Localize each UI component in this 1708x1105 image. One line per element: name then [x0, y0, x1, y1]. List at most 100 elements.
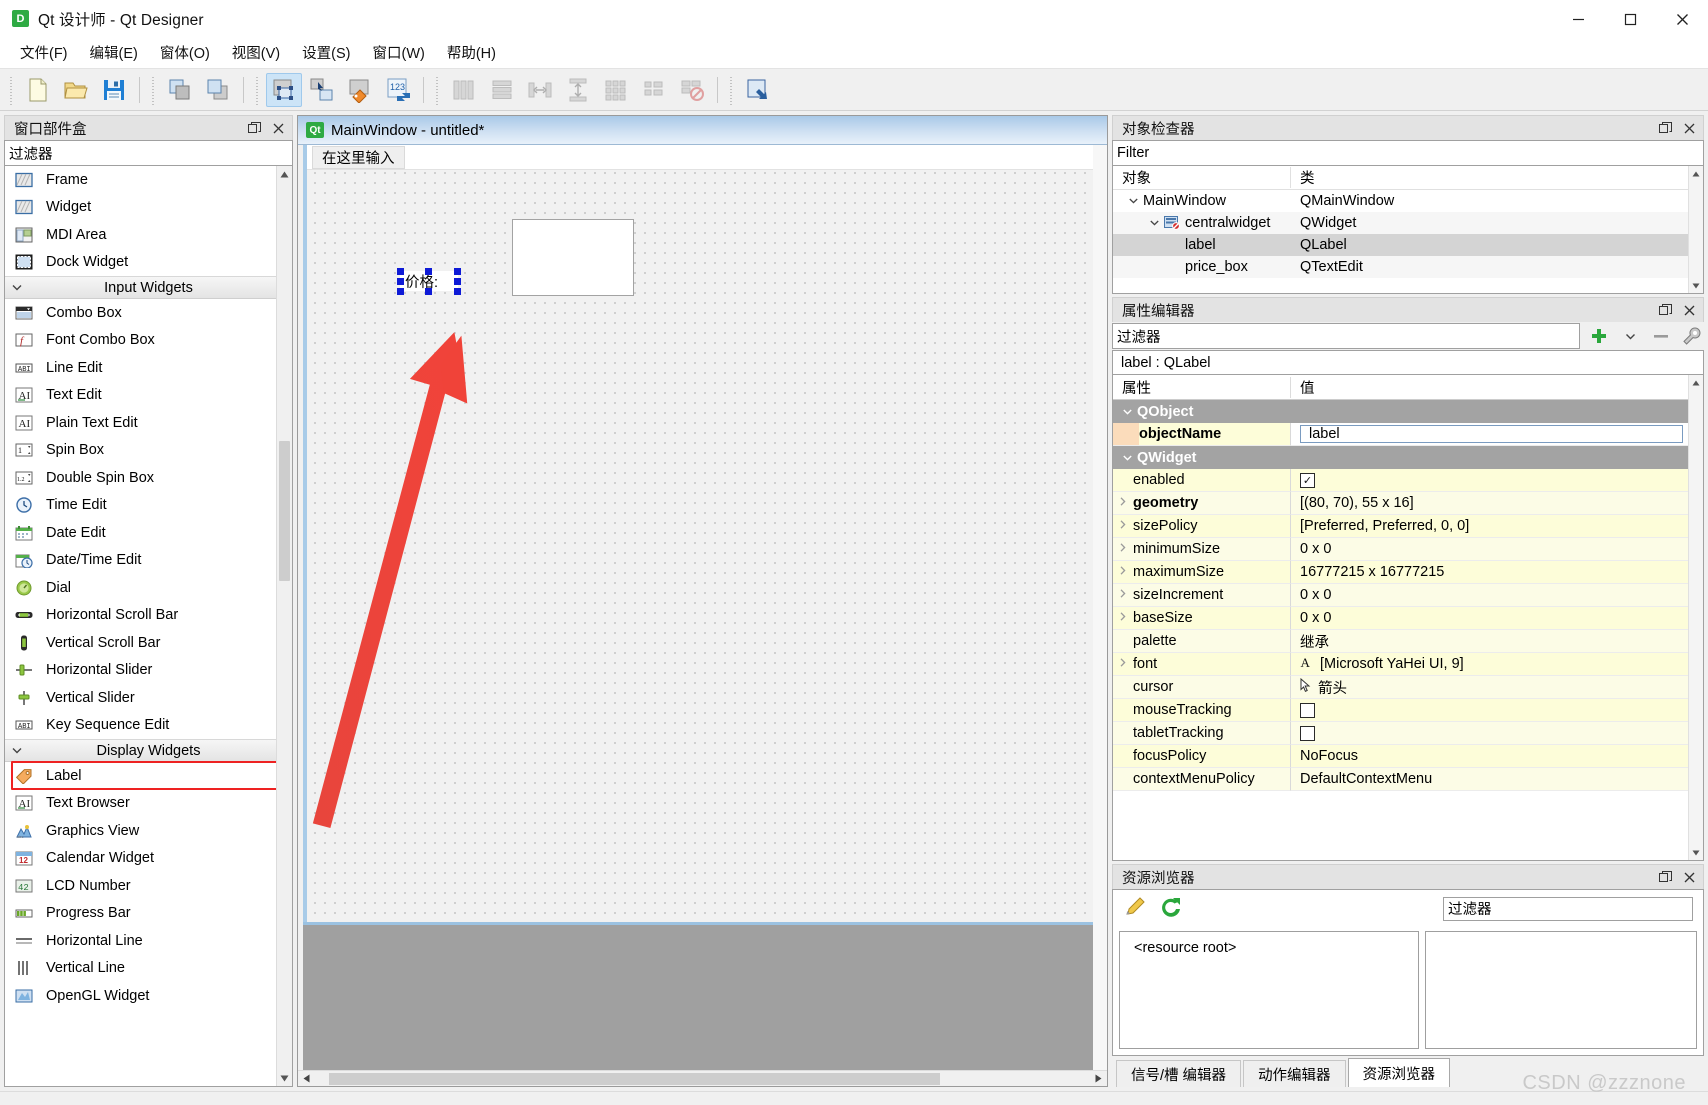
selection-handle-tc[interactable]: [425, 268, 432, 275]
menu-help[interactable]: 帮助(H): [436, 39, 507, 66]
widget-item-label[interactable]: Label: [5, 762, 292, 790]
property-row-tabletTracking[interactable]: tabletTracking: [1113, 722, 1703, 745]
property-value-cell[interactable]: 16777215 x 16777215: [1291, 561, 1703, 584]
widget-box-list[interactable]: Frame Widget MDI Area Dock Widget Input …: [4, 166, 293, 1087]
property-value-cell[interactable]: [(80, 70), 55 x 16]: [1291, 492, 1703, 515]
widget-item-date-edit[interactable]: Date Edit: [5, 519, 292, 547]
undock-icon-resource-browser[interactable]: [1658, 870, 1673, 885]
undock-icon[interactable]: [247, 121, 262, 136]
chevron-down-icon[interactable]: [1117, 408, 1137, 415]
refresh-green-icon[interactable]: [1159, 895, 1183, 923]
property-row-geometry[interactable]: geometry [(80, 70), 55 x 16]: [1113, 492, 1703, 515]
toolbar-grip[interactable]: [7, 74, 16, 105]
widget-item-spin-box[interactable]: 1 Spin Box: [5, 437, 292, 465]
property-scroll-down-icon[interactable]: [1689, 845, 1703, 860]
chevron-down-icon[interactable]: [1117, 454, 1137, 461]
minus-icon[interactable]: [1649, 324, 1673, 348]
selection-handle-br[interactable]: [454, 288, 461, 295]
layout-form-icon[interactable]: [636, 73, 672, 107]
toolbar-grip-5[interactable]: [727, 74, 736, 105]
menu-settings[interactable]: 设置(S): [291, 39, 361, 66]
object-tree-row[interactable]: label QLabel: [1113, 234, 1703, 256]
menu-window[interactable]: 窗口(W): [361, 39, 435, 66]
chevron-right-icon[interactable]: [1113, 520, 1133, 532]
chevron-right-icon[interactable]: [1113, 658, 1133, 670]
menu-view[interactable]: 视图(V): [221, 39, 291, 66]
property-value-cell[interactable]: [1291, 699, 1703, 722]
property-value-cell[interactable]: A [Microsoft YaHei UI, 9]: [1291, 653, 1703, 676]
widget-item-text-browser[interactable]: AI Text Browser: [5, 790, 292, 818]
close-panel-icon-object-inspector[interactable]: [1682, 121, 1697, 136]
layout-horizontally-icon[interactable]: [446, 73, 482, 107]
edit-widgets-icon[interactable]: [266, 72, 302, 107]
chevron-right-icon[interactable]: [1113, 497, 1133, 509]
chevron-down-icon[interactable]: [1144, 220, 1164, 226]
widget-item-vertical-slider[interactable]: Vertical Slider: [5, 684, 292, 712]
hscroll-left-icon[interactable]: [298, 1071, 315, 1087]
property-value-cell[interactable]: [1291, 722, 1703, 745]
layout-splitter-h-icon[interactable]: [522, 73, 558, 107]
object-tree-scroll-down-icon[interactable]: [1689, 278, 1703, 293]
widget-item-time-edit[interactable]: Time Edit: [5, 492, 292, 520]
selection-handle-mr[interactable]: [454, 278, 461, 285]
design-textedit-price-box[interactable]: [512, 219, 634, 296]
layout-splitter-v-icon[interactable]: [560, 73, 596, 107]
object-tree-row[interactable]: MainWindow QMainWindow: [1113, 190, 1703, 212]
property-row-maximumSize[interactable]: maximumSize 16777215 x 16777215: [1113, 561, 1703, 584]
tab-signal-slot-editor[interactable]: 信号/槽 编辑器: [1116, 1060, 1242, 1087]
property-group-QWidget[interactable]: QWidget: [1113, 446, 1703, 469]
property-row-sizePolicy[interactable]: sizePolicy [Preferred, Preferred, 0, 0]: [1113, 515, 1703, 538]
checkbox-mouseTracking[interactable]: [1300, 702, 1315, 718]
widget-item-widget[interactable]: Widget: [5, 194, 292, 222]
resource-filter-input[interactable]: 过滤器: [1443, 896, 1693, 921]
object-tree-scrollbar[interactable]: [1688, 166, 1703, 293]
open-folder-icon[interactable]: [58, 73, 94, 107]
selection-handle-ml[interactable]: [397, 278, 404, 285]
widget-category-display-widgets[interactable]: Display Widgets: [5, 739, 292, 762]
property-row-minimumSize[interactable]: minimumSize 0 x 0: [1113, 538, 1703, 561]
object-name-input[interactable]: label: [1300, 425, 1683, 443]
property-row-font[interactable]: font A [Microsoft YaHei UI, 9]: [1113, 653, 1703, 676]
pencil-icon[interactable]: [1123, 895, 1147, 923]
scroll-down-icon[interactable]: [277, 1070, 292, 1086]
property-row-palette[interactable]: palette 继承: [1113, 630, 1703, 653]
checkbox-enabled[interactable]: ✓: [1300, 472, 1315, 488]
widget-item-horizontal-line[interactable]: Horizontal Line: [5, 927, 292, 955]
property-row-focusPolicy[interactable]: focusPolicy NoFocus: [1113, 745, 1703, 768]
property-value-cell[interactable]: 0 x 0: [1291, 607, 1703, 630]
hscroll-track[interactable]: [315, 1071, 1090, 1087]
widget-item-lcd-number[interactable]: 42 LCD Number: [5, 872, 292, 900]
widget-item-font-combo-box[interactable]: f Font Combo Box: [5, 327, 292, 355]
form-menu-bar[interactable]: 在这里输入: [307, 145, 1093, 170]
widget-item-dial[interactable]: Dial: [5, 574, 292, 602]
selection-handle-tl[interactable]: [397, 268, 404, 275]
widget-item-dock-widget[interactable]: Dock Widget: [5, 249, 292, 277]
tab-action-editor[interactable]: 动作编辑器: [1243, 1060, 1346, 1087]
toolbar-grip-3[interactable]: [253, 74, 262, 105]
property-value-cell[interactable]: 0 x 0: [1291, 538, 1703, 561]
property-table-scrollbar[interactable]: [1688, 375, 1703, 860]
object-tree-row[interactable]: price_box QTextEdit: [1113, 256, 1703, 278]
menu-form[interactable]: 窗体(O): [149, 39, 221, 66]
selection-handle-tr[interactable]: [454, 268, 461, 275]
resource-preview-pane[interactable]: [1425, 931, 1697, 1049]
widget-item-vertical-scroll-bar[interactable]: Vertical Scroll Bar: [5, 629, 292, 657]
property-value-cell[interactable]: ✓: [1291, 469, 1703, 492]
chevron-down-icon-add-property[interactable]: [1618, 324, 1642, 348]
widget-item-calendar-widget[interactable]: 12 Calendar Widget: [5, 845, 292, 873]
object-tree[interactable]: 对象 类 MainWindow QMainWindow centralwidge…: [1112, 166, 1704, 294]
property-value-cell[interactable]: NoFocus: [1291, 745, 1703, 768]
chevron-right-icon[interactable]: [1113, 612, 1133, 624]
toolbar-grip-2[interactable]: [149, 74, 158, 105]
scroll-up-icon[interactable]: [277, 166, 292, 182]
widget-item-graphics-view[interactable]: abc Graphics View: [5, 817, 292, 845]
property-value-cell[interactable]: 继承: [1291, 630, 1703, 653]
widget-item-line-edit[interactable]: ABI Line Edit: [5, 354, 292, 382]
form-horizontal-scrollbar[interactable]: [298, 1070, 1107, 1086]
resource-tree-pane[interactable]: <resource root>: [1119, 931, 1419, 1049]
property-row-baseSize[interactable]: baseSize 0 x 0: [1113, 607, 1703, 630]
property-row-sizeIncrement[interactable]: sizeIncrement 0 x 0: [1113, 584, 1703, 607]
selection-handle-bl[interactable]: [397, 288, 404, 295]
widget-item-date-time-edit[interactable]: Date/Time Edit: [5, 547, 292, 575]
form-menu-placeholder[interactable]: 在这里输入: [312, 146, 405, 169]
